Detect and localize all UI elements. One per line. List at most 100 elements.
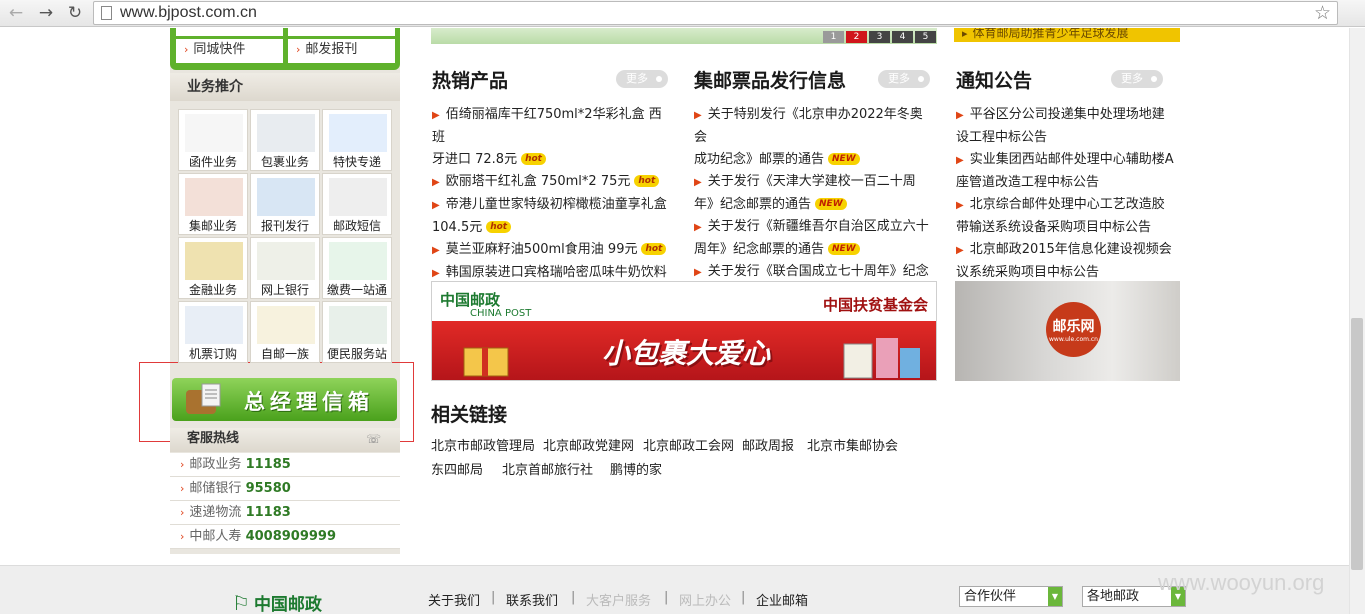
news-item[interactable]: ▶ 北京邮政2015年信息化建设视频会 议系统采购项目中标公告 (956, 239, 1178, 284)
service-tile[interactable]: 集邮业务 (178, 173, 248, 235)
browser-toolbar: ← → ↻ www.bjpost.com.cn ☆ (0, 0, 1365, 27)
top-notice-text: 体育邮局助推青少年足球发展 (972, 28, 1129, 40)
slider-page-button[interactable]: 4 (892, 31, 913, 43)
news-item[interactable]: ▶ 关于特别发行《北京申办2022年冬奥会 成功纪念》邮票的通告 NEW (694, 104, 934, 171)
related-link[interactable]: 北京市邮政管理局 (431, 435, 535, 454)
notices-more-button[interactable]: 更多 (1111, 70, 1163, 88)
service-tile[interactable]: 金融业务 (178, 237, 248, 299)
charity-banner[interactable]: 中国邮政 CHINA POST 中国扶贫基金会 小包裹大爱心 (431, 281, 937, 381)
related-link[interactable]: 北京首邮旅行社 (502, 459, 593, 478)
hotline-row[interactable]: › 中邮人寿 4008909999 (170, 525, 400, 549)
bullet-icon: ▶ (432, 245, 440, 256)
bullet-icon: ▶ (694, 267, 702, 278)
forward-icon[interactable]: → (35, 2, 57, 24)
news-item[interactable]: ▶ 北京综合邮件处理中心工艺改造胶 带输送系统设备采购项目中标公告 (956, 194, 1178, 239)
hot-badge: hot (486, 221, 512, 233)
page-icon (101, 6, 112, 20)
service-tile[interactable]: 缴费一站通 (322, 237, 392, 299)
hotline-row[interactable]: › 邮政业务 11185 (170, 453, 400, 477)
service-tile[interactable]: 便民服务站 (322, 301, 392, 363)
news-item[interactable]: ▶ 莫兰亚麻籽油500ml食用油 99元 hot (432, 239, 672, 262)
service-tile[interactable]: 网上银行 (250, 237, 320, 299)
top-notice-banner[interactable]: ▸ 体育邮局助推青少年足球发展 (954, 28, 1180, 42)
news-item[interactable]: ▶ 佰绮丽福库干红750ml*2华彩礼盒 西班 牙进口 72.8元 hot (432, 104, 672, 171)
scrollbar-thumb[interactable] (1351, 318, 1363, 570)
airplane-icon (185, 306, 243, 344)
hotline-name: 中邮人寿 (189, 529, 242, 544)
related-link[interactable]: 邮政周报 (742, 435, 794, 454)
service-label: 机票订购 (188, 347, 237, 361)
service-label: 报刊发行 (260, 219, 309, 233)
news-text: 议系统采购项目中标公告 (956, 265, 1100, 280)
hotline-name: 邮政业务 (189, 457, 242, 472)
news-text: 北京综合邮件处理中心工艺改造胶 (969, 197, 1165, 212)
bankcard-icon (185, 242, 243, 280)
footer-link[interactable]: 关于我们 (428, 590, 480, 609)
new-badge: NEW (828, 243, 860, 255)
service-tile[interactable]: 函件业务 (178, 109, 248, 171)
news-item[interactable]: ▶ 平谷区分公司投递集中处理场地建 设工程中标公告 (956, 104, 1178, 149)
service-tile[interactable]: 报刊发行 (250, 173, 320, 235)
slider-page-button[interactable]: 2 (846, 31, 867, 43)
bookmark-star-icon[interactable]: ☆ (1314, 2, 1331, 24)
service-tile[interactable]: 特快专递 (322, 109, 392, 171)
news-item[interactable]: ▶ 欧丽塔干红礼盒 750ml*2 75元 hot (432, 171, 672, 194)
service-tile[interactable]: 自邮一族 (250, 301, 320, 363)
school-supplies-icon (843, 338, 920, 379)
stamps-more-button[interactable]: 更多 (878, 70, 930, 88)
bullet-icon: ▶ (432, 268, 440, 279)
service-label: 集邮业务 (188, 219, 237, 233)
hot-badge: hot (634, 175, 660, 187)
news-item[interactable]: ▶ 关于发行《天津大学建校一百二十周 年》纪念邮票的通告 NEW (694, 171, 934, 216)
slider-page-button[interactable]: 3 (869, 31, 890, 43)
notices-title: 通知公告 (956, 70, 1033, 92)
related-link[interactable]: 北京邮政工会网 (643, 435, 734, 454)
service-tile[interactable]: 包裹业务 (250, 109, 320, 171)
payment-icon (329, 242, 387, 280)
slider-page-button[interactable]: 5 (915, 31, 936, 43)
partners-select[interactable]: 合作伙伴 ▼ (959, 586, 1063, 607)
hotline-name: 邮储银行 (189, 481, 242, 496)
news-text: 佰绮丽福库干红750ml*2华彩礼盒 西班 (432, 107, 662, 145)
footer-link[interactable]: 企业邮箱 (756, 590, 808, 609)
ule-promo-image[interactable]: 邮乐网 www.ule.com.cn (955, 281, 1180, 381)
related-link[interactable]: 北京邮政党建网 (543, 435, 634, 454)
related-link[interactable]: 东四邮局 (431, 459, 483, 478)
service-tile[interactable]: 机票订购 (178, 301, 248, 363)
hotline-number: 11183 (245, 505, 291, 520)
hotline-title: 客服热线 (187, 431, 240, 446)
hotline-row[interactable]: › 邮储银行 95580 (170, 477, 400, 501)
products-more-button[interactable]: 更多 (616, 70, 668, 88)
related-link[interactable]: 北京市集邮协会 (807, 435, 898, 454)
news-text: 韩国原装进口宾格瑞哈密瓜味牛奶饮料 (445, 265, 667, 280)
related-link[interactable]: 鹏博的家 (610, 459, 662, 478)
back-icon[interactable]: ← (5, 2, 27, 24)
bullet-icon: ▶ (694, 110, 702, 121)
footer-link[interactable]: 大客户服务 (586, 590, 651, 609)
footer-logo: ⚐ 中国邮政 (232, 591, 322, 615)
quick-link-label: 邮发报刊 (305, 42, 358, 57)
service-label: 金融业务 (188, 283, 237, 297)
slider-page-button[interactable]: 1 (823, 31, 844, 43)
footer-link[interactable]: 联系我们 (506, 590, 558, 609)
letter-icon (185, 114, 243, 152)
news-item[interactable]: ▶ 帝港儿童世家特级初榨橄榄油童享礼盒 104.5元 hot (432, 194, 672, 239)
products-list: ▶ 佰绮丽福库干红750ml*2华彩礼盒 西班 牙进口 72.8元 hot ▶ 欧丽塔干红… (432, 104, 672, 307)
service-label: 特快专递 (332, 155, 381, 169)
service-tile[interactable]: 邮政短信 (322, 173, 392, 235)
bullet-icon: ▶ (956, 200, 964, 211)
hotline-number: 11185 (245, 457, 291, 472)
news-item[interactable]: ▶ 关于发行《新疆维吾尔自治区成立六十 周年》纪念邮票的通告 NEW (694, 216, 934, 261)
footer-link[interactable]: 网上办公 (679, 590, 731, 609)
hotline-row[interactable]: › 速递物流 11183 (170, 501, 400, 525)
poverty-fund-logo: 中国扶贫基金会 (822, 296, 928, 314)
quick-link-intracity[interactable]: › 同城快件 (176, 39, 283, 63)
bullet-icon: ▶ (432, 177, 440, 188)
reload-icon[interactable]: ↻ (64, 2, 86, 24)
news-item[interactable]: ▶ 实业集团西站邮件处理中心辅助楼A 座管道改造工程中标公告 (956, 149, 1178, 194)
service-station-icon (329, 306, 387, 344)
address-bar[interactable]: www.bjpost.com.cn ☆ (93, 1, 1338, 25)
quick-link-periodicals[interactable]: › 邮发报刊 (288, 39, 395, 63)
ems-icon (329, 114, 387, 152)
arrow-icon: › (180, 506, 185, 519)
